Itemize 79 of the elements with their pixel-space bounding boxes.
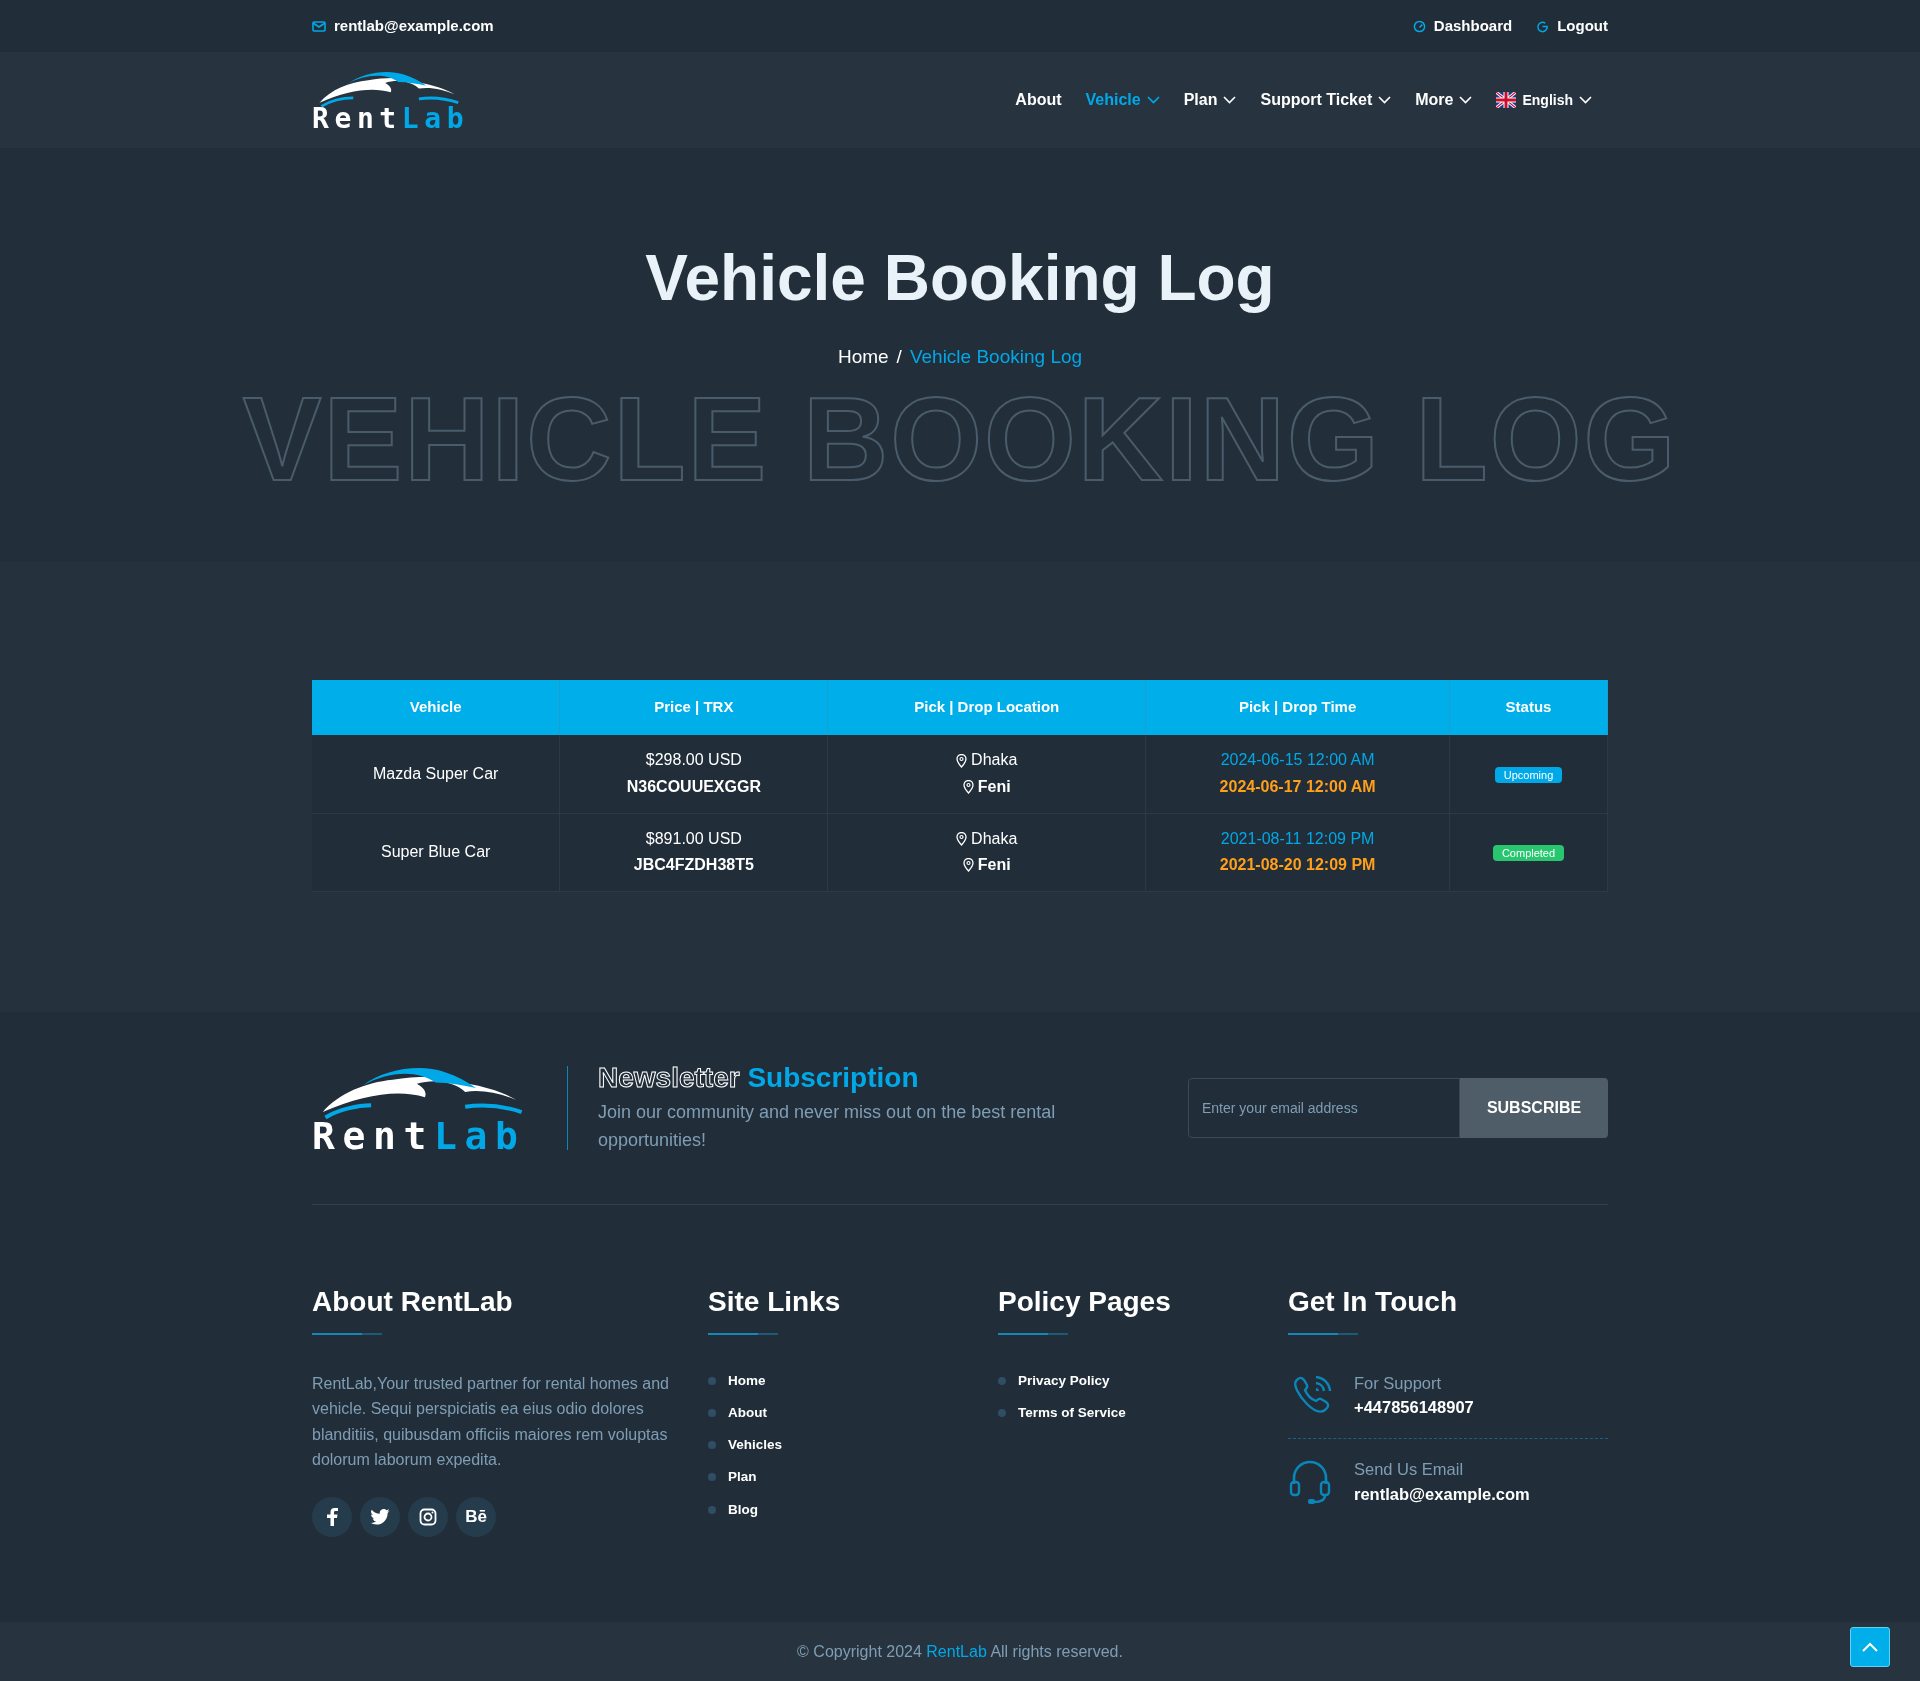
drop-location: Feni: [977, 855, 1011, 875]
pick-time: 2021-08-11 12:09 PM: [1219, 828, 1376, 849]
footer-link[interactable]: Privacy Policy: [998, 1370, 1288, 1391]
chevron-down-icon: [1459, 96, 1473, 104]
footer-link[interactable]: Blog: [708, 1499, 998, 1520]
email-input[interactable]: Enter your email address: [1188, 1078, 1460, 1138]
location-pin-icon: [962, 858, 974, 873]
flag-icon: [1496, 92, 1517, 108]
language-selector[interactable]: English: [1496, 85, 1592, 115]
subscribe-button[interactable]: SUBSCRIBE: [1460, 1078, 1608, 1138]
footer-heading: Get In Touch: [1288, 1285, 1459, 1319]
logo-text: Rent Lab: [312, 104, 470, 133]
mail-icon: [312, 20, 326, 32]
breadcrumb-separator: /: [896, 344, 902, 369]
drop-location: Feni: [977, 776, 1011, 797]
breadcrumb-link[interactable]: Vehicle Booking Log: [909, 342, 1083, 372]
logo-text: Rent Lab: [312, 1116, 526, 1155]
table-cell: Super Blue Car: [312, 813, 560, 891]
chevron-up-icon: [1862, 1642, 1878, 1652]
facebook-link[interactable]: [312, 1496, 352, 1537]
location-pin-icon: [956, 753, 968, 768]
status-badge: Upcoming: [1494, 766, 1563, 783]
bird-icon: [370, 1508, 390, 1525]
chevron-down-icon: [1378, 96, 1392, 104]
footer-link[interactable]: Plan: [708, 1467, 998, 1488]
chevron-down-icon: [1146, 96, 1160, 104]
contact-label: For Support: [1354, 1372, 1443, 1394]
chevron-down-icon: [1223, 96, 1237, 104]
column-header: Price | TRX: [559, 680, 828, 735]
footer-link[interactable]: Terms of Service: [998, 1402, 1288, 1424]
nav-link[interactable]: About: [1015, 84, 1062, 116]
facebook-icon: [326, 1507, 338, 1526]
contact-value: rentlab@example.com: [1354, 1483, 1530, 1505]
instagram-link[interactable]: [408, 1496, 448, 1537]
breadcrumb-link[interactable]: Home: [837, 342, 889, 372]
camera-icon: [419, 1507, 437, 1526]
footer-heading: Site Links: [708, 1285, 842, 1319]
nav-link[interactable]: Plan: [1183, 84, 1237, 116]
nav-link[interactable]: Vehicle: [1085, 84, 1160, 116]
contact-value: +447856148907: [1354, 1397, 1474, 1419]
transaction-id: N36COUUEXGGR: [625, 776, 762, 797]
copyright-text: © Copyright 2024 RentLab All rights reserved.: [797, 1641, 1123, 1662]
power-icon: [1536, 19, 1550, 33]
price-text: $298.00 USD: [644, 750, 743, 771]
location-pin-icon: [956, 831, 968, 846]
behance-link[interactable]: Bē: [456, 1496, 496, 1537]
gauge-icon: [1412, 19, 1426, 33]
logout-link[interactable]: Logout: [1557, 14, 1608, 38]
pick-location: Dhaka: [971, 828, 1018, 849]
twitter-link[interactable]: [360, 1496, 400, 1537]
table-cell: Mazda Super Car: [312, 735, 560, 813]
nav-link[interactable]: More: [1415, 84, 1473, 116]
dashboard-link[interactable]: Dashboard: [1433, 14, 1513, 38]
nav-link[interactable]: Support Ticket: [1260, 84, 1392, 116]
pick-location: Dhaka: [971, 750, 1018, 771]
footer-link[interactable]: Vehicles: [708, 1435, 998, 1456]
drop-time: 2024-06-17 12:00 AM: [1218, 776, 1377, 797]
status-badge: Completed: [1492, 844, 1565, 861]
chevron-down-icon: [1579, 96, 1592, 104]
column-header: Vehicle: [312, 680, 560, 735]
email-text: rentlab@example.com: [334, 15, 494, 36]
footer-link[interactable]: About: [708, 1402, 998, 1424]
column-header: Pick | Drop Time: [1145, 680, 1450, 735]
footer-heading: Policy Pages: [998, 1285, 1172, 1319]
column-header: Pick | Drop Location: [827, 680, 1146, 735]
location-pin-icon: [962, 779, 974, 794]
page-title: Vehicle Booking Log: [645, 241, 1275, 316]
brand-link[interactable]: RentLab: [926, 1642, 987, 1660]
footer-heading: About RentLab: [312, 1285, 514, 1319]
about-text: RentLab,Your trusted partner for rental homes and vehicle. Sequi perspiciatis ea eius odio dolores blanditiis, quibusdam officiis maiores rem voluptas dolorum laborum expedita.: [312, 1373, 670, 1471]
column-header: Status: [1449, 680, 1608, 735]
drop-time: 2021-08-20 12:09 PM: [1218, 855, 1377, 875]
newsletter-text: Join our community and never miss out on the best rental opportunities!: [598, 1100, 1057, 1152]
footer-link[interactable]: Home: [708, 1370, 998, 1391]
contact-label: Send Us Email: [1354, 1459, 1465, 1481]
pick-time: 2024-06-15 12:00 AM: [1219, 750, 1376, 771]
transaction-id: JBC4FZDH38T5: [632, 855, 755, 875]
price-text: $891.00 USD: [644, 828, 743, 849]
newsletter-title: Newsletter Subscription: [598, 1061, 920, 1095]
